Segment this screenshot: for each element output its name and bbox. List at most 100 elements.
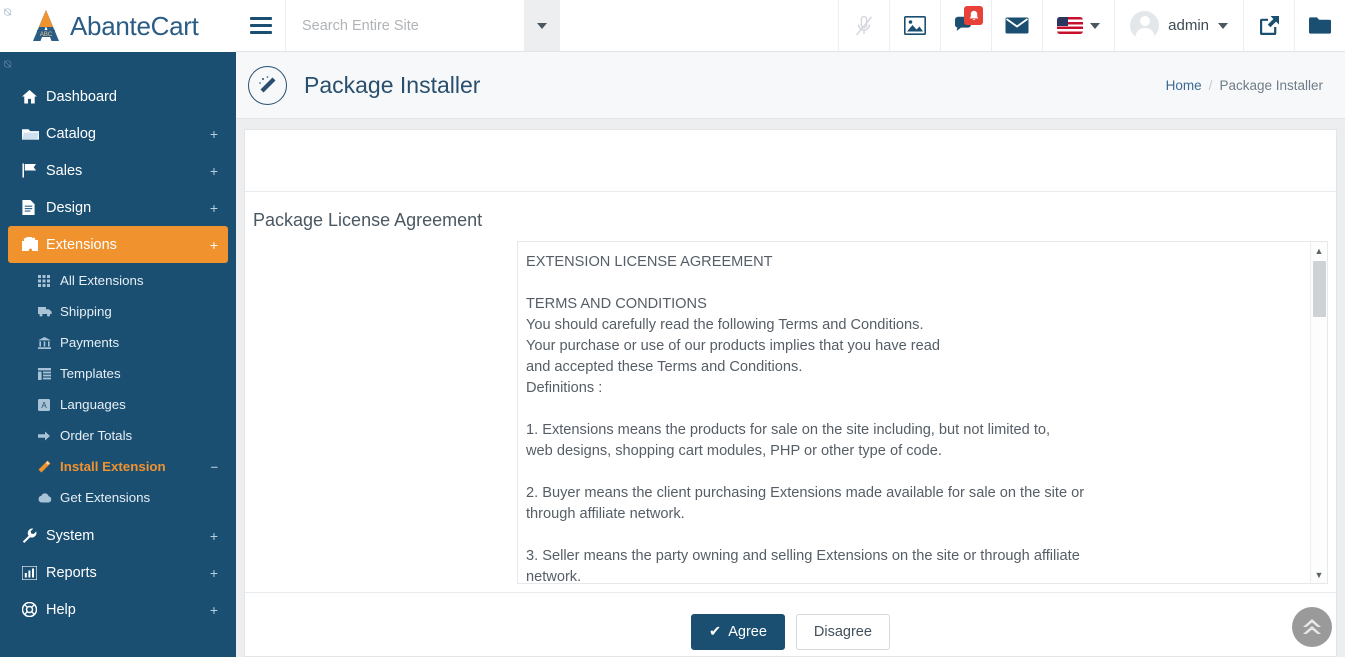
folder-icon[interactable]: [1294, 0, 1345, 51]
svg-text:A: A: [41, 401, 47, 410]
sidebar-subitem-label: All Extensions: [60, 273, 144, 288]
user-menu[interactable]: admin: [1114, 0, 1243, 51]
scroll-to-top-button[interactable]: [1292, 607, 1332, 647]
language-selector[interactable]: [1042, 0, 1114, 51]
breadcrumb-separator: /: [1208, 77, 1213, 93]
license-scrollbar[interactable]: ▲ ▼: [1310, 242, 1327, 583]
main-area: admin Package Installer Home / Package: [236, 0, 1345, 657]
agree-button[interactable]: ✔ Agree: [691, 613, 785, 650]
sidebar-subitem-label: Payments: [60, 335, 120, 350]
expand-icon[interactable]: +: [210, 602, 218, 618]
chart-bar-icon: [22, 565, 46, 580]
brand-header: ⍉ ABC AbanteCart: [0, 0, 236, 52]
grid-icon: [38, 274, 60, 287]
disagree-button[interactable]: Disagree: [795, 613, 890, 650]
sidebar-subitem-order-totals[interactable]: Order Totals: [8, 420, 228, 451]
sidebar-subitem-get-extensions[interactable]: Get Extensions: [8, 482, 228, 513]
expand-icon[interactable]: +: [210, 237, 218, 253]
sidebar-subitem-label: Shipping: [60, 304, 112, 319]
license-text-box[interactable]: EXTENSION LICENSE AGREEMENT TERMS AND CO…: [517, 241, 1328, 584]
sidebar-item-label: Extensions: [46, 236, 117, 253]
scroll-up-arrow-icon[interactable]: ▲: [1311, 242, 1327, 259]
expand-icon[interactable]: +: [210, 565, 218, 581]
sidebar-item-design[interactable]: Design +: [8, 189, 228, 226]
sidebar-item-reports[interactable]: Reports +: [8, 554, 228, 591]
sidebar-item-system[interactable]: System +: [8, 517, 228, 554]
search-area: [286, 0, 560, 51]
expand-icon[interactable]: +: [210, 528, 218, 544]
home-icon: [22, 89, 46, 104]
package-installer-panel: Package License Agreement EXTENSION LICE…: [244, 129, 1337, 657]
expand-icon[interactable]: +: [210, 126, 218, 142]
breadcrumb-current: Package Installer: [1219, 77, 1323, 93]
license-row: EXTENSION LICENSE AGREEMENT TERMS AND CO…: [245, 241, 1336, 584]
collapse-icon[interactable]: –: [211, 459, 218, 474]
content-area: Package License Agreement EXTENSION LICE…: [236, 119, 1345, 657]
image-icon[interactable]: [889, 0, 940, 51]
sidebar-item-label: Reports: [46, 564, 97, 581]
sidebar-item-label: Dashboard: [46, 88, 117, 105]
chat-notification-icon[interactable]: [940, 0, 991, 51]
breadcrumb-home[interactable]: Home: [1166, 78, 1202, 93]
cloud-icon: [38, 492, 60, 503]
search-input[interactable]: [286, 0, 524, 51]
sidebar-nav-bottom: System + Reports + Help +: [0, 517, 236, 628]
sidebar-item-catalog[interactable]: Catalog +: [8, 115, 228, 152]
sidebar-item-dashboard[interactable]: Dashboard: [8, 78, 228, 115]
sidebar-subitem-install-extension[interactable]: Install Extension –: [8, 451, 228, 482]
license-label-column: [245, 241, 517, 584]
flag-us-icon: [1057, 17, 1084, 34]
order-total-icon: [38, 430, 60, 442]
user-name: admin: [1168, 17, 1209, 34]
avatar: [1130, 11, 1160, 40]
sidebar-item-label: Catalog: [46, 125, 96, 142]
sidebar-subitem-label: Install Extension: [60, 459, 166, 474]
chevron-down-icon: [1218, 22, 1228, 29]
truck-icon: [38, 306, 60, 317]
sidebar-subitem-payments[interactable]: Payments: [8, 327, 228, 358]
sidebar-item-label: System: [46, 527, 95, 544]
sidebar-subnav-extensions: All Extensions Shipping Payments Templat…: [0, 265, 236, 513]
folder-open-icon: [22, 127, 46, 141]
lifering-icon: [22, 602, 46, 617]
topbar: admin: [236, 0, 1345, 52]
search-dropdown-button[interactable]: [524, 0, 560, 51]
sidebar-subitem-languages[interactable]: A Languages: [8, 389, 228, 420]
puzzle-icon: [22, 237, 46, 252]
scrollbar-thumb[interactable]: [1313, 261, 1326, 317]
sidebar-collapse-toggle-top[interactable]: ⍉: [4, 6, 11, 18]
sidebar-subitem-all-extensions[interactable]: All Extensions: [8, 265, 228, 296]
template-icon: [38, 367, 60, 380]
topbar-icons: admin: [838, 0, 1345, 51]
admin-app: ⍉ ABC AbanteCart ⍉ Dashboard Catalog + S…: [0, 0, 1345, 657]
svg-text:ABC: ABC: [40, 32, 53, 38]
agree-label: Agree: [728, 623, 767, 640]
sidebar-subitem-shipping[interactable]: Shipping: [8, 296, 228, 327]
sidebar-subitem-label: Order Totals: [60, 428, 133, 443]
sidebar-nav: Dashboard Catalog + Sales + Design + Ext…: [0, 78, 236, 263]
expand-icon[interactable]: +: [210, 163, 218, 179]
envelope-icon[interactable]: [991, 0, 1042, 51]
sidebar-subitem-label: Get Extensions: [60, 490, 151, 505]
notification-badge: [964, 6, 984, 25]
scroll-down-arrow-icon[interactable]: ▼: [1311, 566, 1327, 583]
flag-icon: [22, 163, 46, 178]
action-buttons: ✔ Agree Disagree: [245, 592, 1336, 657]
panel-body: Package License Agreement EXTENSION LICE…: [245, 192, 1336, 657]
brand-name: AbanteCart: [70, 10, 199, 41]
sidebar-item-sales[interactable]: Sales +: [8, 152, 228, 189]
expand-icon[interactable]: +: [210, 200, 218, 216]
sidebar-subitem-templates[interactable]: Templates: [8, 358, 228, 389]
page-header: Package Installer Home / Package Install…: [236, 52, 1345, 119]
panel-header: [245, 130, 1336, 192]
sidebar-item-label: Design: [46, 199, 92, 216]
sidebar-item-help[interactable]: Help +: [8, 591, 228, 628]
menu-toggle-button[interactable]: [236, 0, 286, 51]
chevron-down-icon: [537, 22, 547, 29]
external-link-icon[interactable]: [1243, 0, 1294, 51]
sidebar-collapse-toggle[interactable]: ⍉: [4, 58, 11, 70]
sidebar-item-extensions[interactable]: Extensions +: [8, 226, 228, 263]
microphone-slash-icon[interactable]: [838, 0, 889, 51]
check-icon: ✔: [709, 623, 722, 640]
